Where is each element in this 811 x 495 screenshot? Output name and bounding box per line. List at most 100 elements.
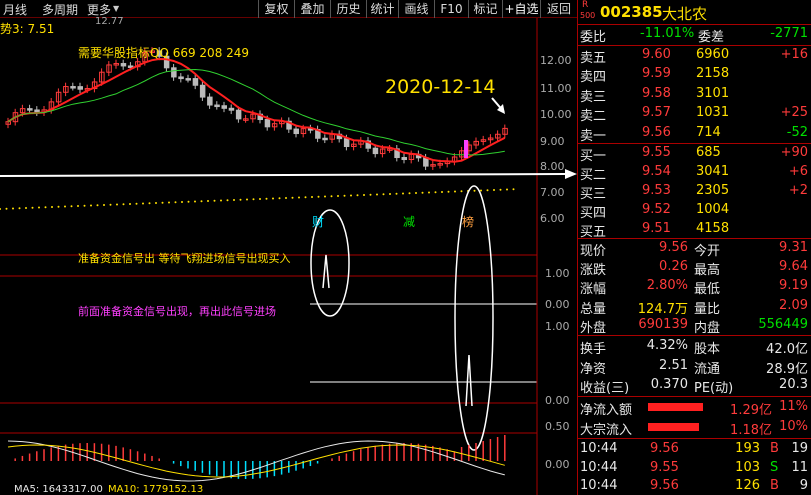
dotted-band [96,204,99,207]
share-row: 收益(三) 0.370 PE(动) 20.3 [578,376,811,396]
tick-price: 9.55 [650,459,679,475]
dotted-band [330,195,333,198]
ma10-label: MA10: 1779152.13 [108,484,204,495]
dotted-band [142,202,144,205]
dotted-band [239,198,242,201]
dotted-band [31,206,34,209]
dotted-band [259,198,261,200]
dotted-band [499,188,502,191]
ask-row: 卖三 9.58 3101 [578,85,811,105]
stat-value: 9.64 [779,259,808,275]
axis-sub2-0: 0.00 [545,394,570,407]
dotted-band [428,191,430,194]
candle-body [235,109,242,120]
back-button[interactable]: 返回 [540,0,577,18]
dotted-band [486,189,489,192]
dotted-band [57,205,60,208]
level-volume: 1031 [696,105,730,121]
draw-line-button[interactable]: 画线 [398,0,434,18]
dotted-band [233,199,235,201]
mark-button[interactable]: 标记 [468,0,502,18]
tick-row: 10:44 9.56 193 B 19 [578,440,811,459]
tick-price: 9.56 [650,478,679,493]
dotted-band [252,198,255,201]
share-row: 换手 4.32% 股本 42.0亿 [578,337,811,357]
period-month-button[interactable]: 月线 [3,1,27,18]
dotted-band [278,197,281,200]
ratio-label: 委比 [580,30,607,45]
indicator-label: 势3: 7.51 [0,22,55,36]
more-dropdown-icon[interactable]: ▼ [113,4,119,13]
level-label: 卖二 [580,109,607,125]
bid-row: 买五 9.51 4158 [578,220,811,240]
dotted-band [103,204,105,206]
candle-body [185,78,191,81]
stat-label: 量比 [694,301,721,317]
level-label: 买二 [580,168,607,183]
dotted-band [200,200,203,203]
level-price: 9.54 [642,164,671,179]
ask-row: 卖四 9.59 2158 [578,65,811,85]
overlay-button[interactable]: 叠加 [294,0,330,18]
stat-label: PE(动) [694,381,734,396]
axis-main-12: 12.00 [540,54,572,67]
kline-chart-area[interactable]: 势3: 7.51 12.77 需要华股指标QQ 669 208 249 2020… [0,16,577,495]
level-price: 9.57 [642,105,671,121]
stat-label: 股本 [694,342,721,357]
bid-row: 买二 9.54 3041 +6 [578,163,811,183]
dotted-band [376,193,378,196]
level-volume: 714 [696,124,721,140]
dotted-band [109,203,112,206]
rank-badge: R [582,0,589,10]
stat-value: 124.7万 [637,301,688,317]
stat-label: 涨跌 [580,263,607,279]
dotted-band [408,192,411,195]
signal-spike-2 [465,354,473,407]
tick-price: 9.56 [650,441,679,456]
stat-label: 收益(三) [580,381,630,396]
stat-label: 流通 [694,361,721,377]
dotted-band [0,208,1,210]
multi-period-button[interactable]: 多周期 [42,1,78,18]
stock-name: 大北农 [662,5,708,23]
level-volume: 685 [696,145,721,160]
dotted-band [473,189,476,192]
stat-value: 2.80% [646,278,688,294]
axis-sub1-0: 0.00 [545,298,570,311]
dotted-band [129,203,131,205]
support-arrow-icon [565,169,577,179]
dotted-band [194,200,196,203]
marker-cai: 财 [312,215,325,229]
f10-button[interactable]: F10 [434,0,468,18]
toolbar: 月线 多周期 更多 ▼ 复权 叠加 历史 统计 画线 F10 标记 +自选 返回 [0,0,577,18]
dotted-band [395,192,398,195]
stat-row: 总量 124.7万 量比 2.09 [578,297,811,317]
level-volume: 6960 [696,47,730,62]
ask-row: 卖一 9.56 714 -52 [578,124,811,144]
dotted-band [343,194,346,197]
history-button[interactable]: 历史 [330,0,366,18]
level-price: 9.56 [642,124,671,140]
stat-row: 现价 9.56 今开 9.31 [578,239,811,259]
candle-body [322,137,328,141]
signal-text-2: 前面准备资金信号出现，再出此信号进场 [78,305,276,318]
dotted-band [285,197,287,199]
stat-row: 涨幅 2.80% 最低 9.19 [578,277,811,297]
dotted-band [77,205,79,207]
tick-count: 11 [791,459,808,475]
tick-row: 10:44 9.55 103 S 11 [578,459,811,478]
tick-volume: 193 [735,441,760,456]
stat-value: 690139 [638,316,688,332]
add-favorite-button[interactable]: +自选 [502,0,540,18]
restore-rights-button[interactable]: 复权 [258,0,294,18]
axis-main-6: 6.00 [540,212,565,225]
axis-main-11: 11.00 [540,82,572,95]
dotted-band [148,202,151,205]
level-label: 买四 [580,206,607,221]
candle-body [199,84,206,98]
support-line [0,173,566,177]
statistics-button[interactable]: 统计 [366,0,398,18]
dotted-band [226,199,229,202]
level-price: 9.51 [642,221,671,236]
level-label: 卖五 [580,51,607,66]
